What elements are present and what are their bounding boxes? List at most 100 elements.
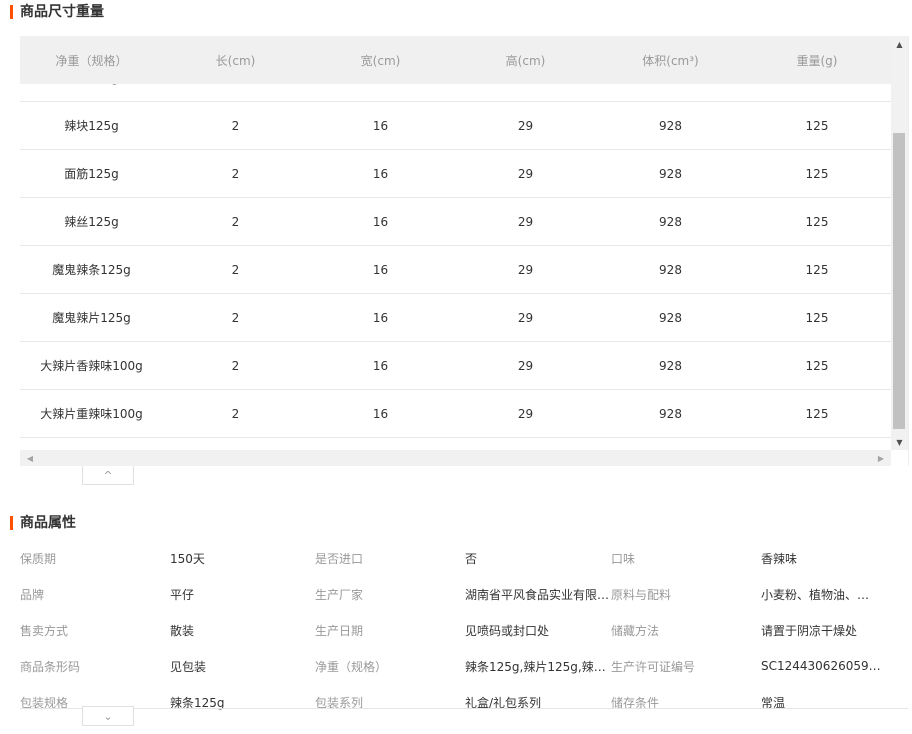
attribute-label: 生产许可证编号 <box>611 659 696 674</box>
cell-height: 29 <box>517 406 534 421</box>
attribute-value: 香辣味 <box>761 551 798 566</box>
cell-volume: 928 <box>598 84 743 101</box>
attribute-value: 见包装 <box>170 659 207 674</box>
attribute-value: 见喷码或封口处 <box>465 623 550 638</box>
cell-length: 2 <box>231 310 240 325</box>
cell-weight: 125 <box>805 166 829 181</box>
attribute-label: 口味 <box>611 551 636 566</box>
attribute-value: SC12443062605919 <box>761 659 881 673</box>
cell-volume: 928 <box>659 118 682 133</box>
attribute-value: 小麦粉、植物油、香辛料 <box>761 587 881 602</box>
attribute-row: 保质期 150天 是否进口 否 口味 香辣味 <box>20 540 908 576</box>
table-row: 辣块125g 2 16 29 928 125 <box>20 102 891 150</box>
attribute-value: 散装 <box>170 623 195 638</box>
cell-length: 2 <box>231 358 240 373</box>
attribute-label: 原料与配料 <box>611 587 672 602</box>
table-row: 魔鬼辣条125g 2 16 29 928 125 <box>20 246 891 294</box>
cell-net-weight: 辣丝125g <box>64 215 119 229</box>
header-height: 高(cm) <box>505 53 546 68</box>
vertical-scrollbar[interactable]: ▲ ▼ <box>891 36 908 450</box>
scroll-left-arrow-icon[interactable]: ◀ <box>22 450 38 466</box>
cell-height: 29 <box>517 214 534 229</box>
cell-height: 29 <box>453 84 598 101</box>
cell-net-weight: 魔鬼辣条125g <box>52 263 131 277</box>
cell-weight: 125 <box>805 406 829 421</box>
attribute-value: 平仔 <box>170 587 195 602</box>
attribute-row: 商品条形码 见包装 净重（规格） 辣条125g,辣片125g,辣棒125g生产许可证编… <box>20 648 908 684</box>
header-net-weight: 净重（规格） <box>55 53 128 68</box>
cell-length: 2 <box>231 118 240 133</box>
cell-weight: 125 <box>805 214 829 229</box>
cell-length: 2 <box>231 214 240 229</box>
cell-width: 16 <box>372 118 389 133</box>
cell-length: 2 <box>231 262 240 277</box>
cell-width: 16 <box>372 214 389 229</box>
cell-weight: 125 <box>805 310 829 325</box>
cell-net-weight: 辣棒125g <box>20 84 163 101</box>
size-table-body[interactable]: 辣棒125g21629928125辣块125g21629928125面筋125g… <box>20 84 891 450</box>
table-row: 辣丝125g 2 16 29 928 125 <box>20 198 891 246</box>
attr-section-title: 商品属性 <box>10 515 76 531</box>
cell-width: 16 <box>372 166 389 181</box>
attribute-label: 商品条形码 <box>20 659 81 674</box>
cell-net-weight: 魔鬼辣片125g <box>52 311 131 325</box>
header-length: 长(cm) <box>215 53 256 68</box>
cell-width: 16 <box>372 358 389 373</box>
cell-height: 29 <box>517 166 534 181</box>
cell-height: 29 <box>517 118 534 133</box>
attribute-row: 包装规格 辣条125g 包装系列 礼盒/礼包系列 储存条件 常温 <box>20 684 908 720</box>
scrollbar-thumb[interactable] <box>893 133 905 429</box>
size-section-title: 商品尺寸重量 <box>10 4 104 20</box>
chevron-down-icon: ⌄ <box>103 709 113 723</box>
attribute-label: 品牌 <box>20 587 45 602</box>
attribute-label: 是否进口 <box>315 551 364 566</box>
scroll-right-arrow-icon[interactable]: ▶ <box>873 450 889 466</box>
attribute-value: 辣条125g,辣片125g,辣棒125g <box>465 659 611 674</box>
table-row: 面筋125g 2 16 29 928 125 <box>20 150 891 198</box>
cell-volume: 928 <box>659 406 682 421</box>
header-weight: 重量(g) <box>796 53 838 68</box>
cell-net-weight: 辣块125g <box>64 119 119 133</box>
size-table-header: 净重（规格） 长(cm) 宽(cm) 高(cm) 体积(cm³) 重量(g) <box>20 36 891 84</box>
size-table: 净重（规格） 长(cm) 宽(cm) 高(cm) 体积(cm³) 重量(g) 辣… <box>20 36 909 466</box>
attribute-label: 储藏方法 <box>611 623 660 638</box>
cell-width: 16 <box>372 406 389 421</box>
cell-net-weight: 面筋125g <box>64 167 119 181</box>
attribute-label: 净重（规格） <box>315 659 388 674</box>
cell-net-weight: 大辣片香辣味100g <box>40 359 143 373</box>
table-row: 大辣片重辣味100g 2 16 29 928 125 <box>20 390 891 438</box>
cell-weight: 125 <box>743 84 891 101</box>
cell-net-weight: 大辣片重辣味100g <box>40 407 143 421</box>
collapse-table-button[interactable]: ^ <box>82 466 134 485</box>
cell-width: 16 <box>372 262 389 277</box>
cell-width: 16 <box>308 84 453 101</box>
attribute-value: 150天 <box>170 551 205 566</box>
cell-height: 29 <box>517 358 534 373</box>
cell-volume: 928 <box>659 310 682 325</box>
attribute-value: 否 <box>465 551 478 566</box>
attribute-row: 售卖方式 散装 生产日期 见喷码或封口处 储藏方法 请置于阴凉干燥处 <box>20 612 908 648</box>
attribute-label: 生产日期 <box>315 623 364 638</box>
attribute-value: 请置于阴凉干燥处 <box>761 623 858 638</box>
chevron-up-icon: ^ <box>103 468 113 482</box>
header-volume: 体积(cm³) <box>642 53 699 68</box>
cell-height: 29 <box>517 310 534 325</box>
cell-weight: 125 <box>805 118 829 133</box>
attribute-label: 售卖方式 <box>20 623 69 638</box>
scroll-down-arrow-icon[interactable]: ▼ <box>891 436 908 448</box>
attribute-value: 湖南省平风食品实业有限公司 <box>465 587 611 602</box>
attribute-list: 保质期 150天 是否进口 否 口味 香辣味 品牌 平仔 生产厂家 湖南省平风食品实业有限公司 原料… <box>20 540 908 720</box>
cell-volume: 928 <box>659 214 682 229</box>
table-row: 辣棒125g21629928125 <box>20 84 891 102</box>
table-row: 魔鬼辣片125g 2 16 29 928 125 <box>20 294 891 342</box>
cell-length: 2 <box>163 84 308 101</box>
cell-height: 29 <box>517 262 534 277</box>
cell-width: 16 <box>372 310 389 325</box>
attribute-row: 品牌 平仔 生产厂家 湖南省平风食品实业有限公司 原料与配料 小麦粉、植物油、香辛料 <box>20 576 908 612</box>
cell-volume: 928 <box>659 262 682 277</box>
cell-length: 2 <box>231 406 240 421</box>
expand-attributes-button[interactable]: ⌄ <box>82 706 134 726</box>
scroll-up-arrow-icon[interactable]: ▲ <box>891 38 908 50</box>
horizontal-scrollbar[interactable]: ◀ ▶ <box>20 450 891 466</box>
attribute-label: 保质期 <box>20 551 57 566</box>
